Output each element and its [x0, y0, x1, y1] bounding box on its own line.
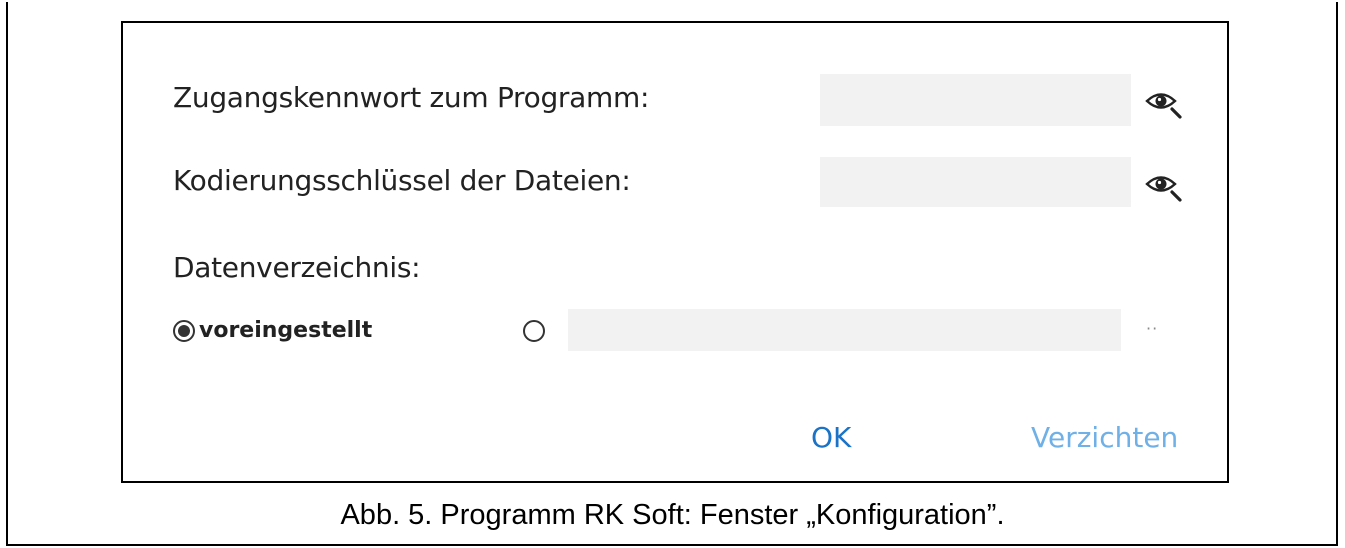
radio-default-label: voreingestellt	[199, 318, 373, 343]
encryption-key-field[interactable]	[820, 157, 1131, 207]
radio-default-option[interactable]: voreingestellt	[173, 318, 372, 343]
eye-magnifier-icon[interactable]	[1142, 166, 1186, 206]
radio-custom-button[interactable]	[523, 320, 545, 342]
custom-directory-field[interactable]	[568, 309, 1121, 351]
figure-caption: Abb. 5. Programm RK Soft: Fenster „Konfi…	[340, 499, 1005, 531]
data-directory-label: Datenverzeichnis:	[173, 251, 421, 284]
ok-button[interactable]: OK	[811, 421, 851, 454]
password-field[interactable]	[820, 74, 1131, 126]
radio-default-button[interactable]	[173, 319, 195, 342]
browse-button[interactable]: ··	[1146, 319, 1158, 338]
cancel-button[interactable]: Verzichten	[1031, 421, 1178, 454]
radio-selected-dot	[178, 324, 190, 337]
configuration-dialog: Zugangskennwort zum Programm: Kodierungs…	[121, 21, 1229, 483]
password-label: Zugangskennwort zum Programm:	[173, 81, 650, 114]
eye-magnifier-icon[interactable]	[1142, 83, 1186, 123]
encryption-key-label: Kodierungsschlüssel der Dateien:	[173, 164, 631, 197]
